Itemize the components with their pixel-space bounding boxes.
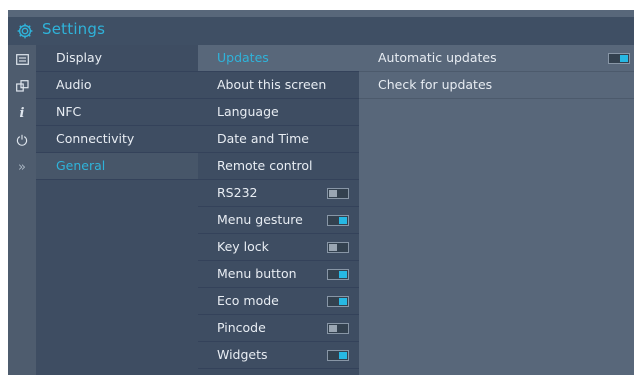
menu-button-toggle[interactable] [327,269,349,280]
page-title: Settings [42,20,106,38]
menu-item-language[interactable]: Language [198,99,359,126]
pincode-toggle[interactable] [327,323,349,334]
rs232-toggle[interactable] [327,188,349,199]
menu-item-menu-gesture[interactable]: Menu gesture [198,207,359,234]
category-display[interactable]: Display [36,45,198,72]
menu-item-eco-mode[interactable]: Eco mode [198,288,359,315]
menu-item-rs232[interactable]: RS232 [198,180,359,207]
check-for-updates-row[interactable]: Check for updates [359,72,634,99]
menu-item-date-and-time[interactable]: Date and Time [198,126,359,153]
category-list: Display Audio NFC Connectivity General [36,45,198,375]
menu-item-key-lock[interactable]: Key lock [198,234,359,261]
category-general[interactable]: General [36,153,198,180]
eco-mode-toggle[interactable] [327,296,349,307]
icon-rail: i » [8,45,36,375]
menu-item-updates[interactable]: Updates [198,45,359,72]
menu-item-remote-control[interactable]: Remote control [198,153,359,180]
menu-item-widgets[interactable]: Widgets [198,342,359,369]
info-icon[interactable]: i [8,100,36,126]
gear-icon [17,23,33,39]
widgets-toggle[interactable] [327,350,349,361]
updates-panel: Automatic updates Check for updates [359,45,634,375]
menu-item-menu-button[interactable]: Menu button [198,261,359,288]
menu-item-pincode[interactable]: Pincode [198,315,359,342]
audio-icon[interactable] [8,73,36,99]
header-bar: Settings [8,17,634,45]
automatic-updates-toggle[interactable] [608,53,630,64]
automatic-updates-row[interactable]: Automatic updates [359,45,634,72]
power-icon[interactable] [8,127,36,153]
category-audio[interactable]: Audio [36,72,198,99]
display-icon[interactable] [8,46,36,72]
chevrons-right-icon[interactable]: » [8,154,36,180]
category-connectivity[interactable]: Connectivity [36,126,198,153]
category-nfc[interactable]: NFC [36,99,198,126]
menu-gesture-toggle[interactable] [327,215,349,226]
menu-item-about-this-screen[interactable]: About this screen [198,72,359,99]
settings-screen: Settings i » Display Audio NFC Connectiv… [8,10,634,375]
key-lock-toggle[interactable] [327,242,349,253]
general-settings-list: Updates About this screen Language Date … [198,45,359,375]
